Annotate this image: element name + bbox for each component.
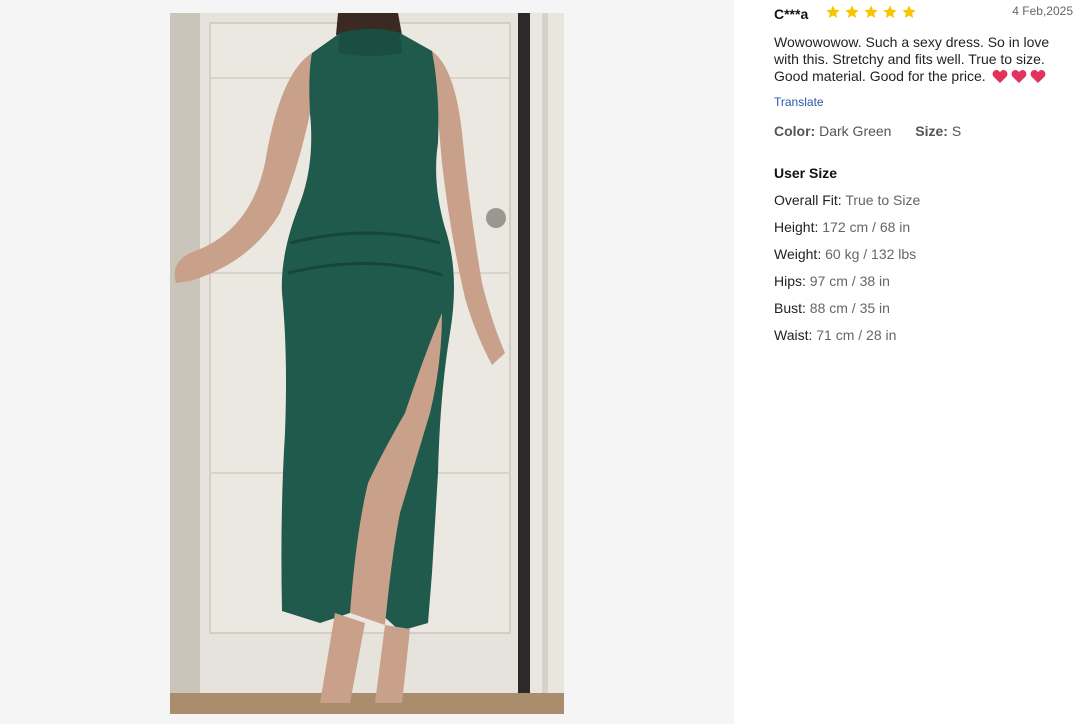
heart-icon (992, 70, 1007, 83)
size-value: S (951, 123, 962, 139)
star-icon (845, 5, 859, 18)
size-row-value: 71 cm / 28 in (816, 327, 897, 343)
size-row-value: True to Size (845, 192, 921, 208)
size-row-label: Bust: (774, 300, 806, 316)
size-row-height: Height: 172 cm / 68 in (774, 219, 910, 235)
size-row-weight: Weight: 60 kg / 132 lbs (774, 246, 916, 262)
size-row-label: Waist: (774, 327, 813, 343)
star-icon (883, 5, 897, 18)
hearts (992, 69, 1046, 83)
star-rating (825, 4, 917, 20)
reviewer-name: C***a (774, 6, 809, 22)
size-row-value: 60 kg / 132 lbs (825, 246, 917, 262)
star-icon (902, 5, 916, 18)
size-row-value: 97 cm / 38 in (809, 273, 890, 289)
size-row-label: Hips: (774, 273, 806, 289)
size-row-label: Overall Fit: (774, 192, 842, 208)
review-photo-panel (0, 0, 734, 724)
star-icon (826, 5, 840, 18)
size-row-label: Weight: (774, 246, 822, 262)
size-row-label: Height: (774, 219, 819, 235)
size-row-overall-fit: Overall Fit: True to Size (774, 192, 920, 208)
color-value: Dark Green (819, 123, 892, 139)
review-date: 4 Feb,2025 (1012, 4, 1073, 18)
size-row-value: 88 cm / 35 in (809, 300, 890, 316)
review-text: Wowowowow. Such a sexy dress. So in love… (774, 34, 1074, 85)
heart-icon (1011, 70, 1026, 83)
user-size-title: User Size (774, 165, 838, 181)
review-header: C***a 4 Feb,2025 (774, 4, 1074, 22)
size-row-hips: Hips: 97 cm / 38 in (774, 273, 890, 289)
size-row-waist: Waist: 71 cm / 28 in (774, 327, 896, 343)
size-row-bust: Bust: 88 cm / 35 in (774, 300, 890, 316)
size-label: Size: (915, 123, 948, 139)
review-card: C***a 4 Feb,2025 Wowowowow. Such a sexy … (774, 0, 1074, 724)
star-icon (864, 5, 878, 18)
review-photo[interactable] (170, 13, 564, 714)
translate-link[interactable]: Translate (774, 95, 824, 109)
purchase-attributes: Color: Dark Green Size: S (774, 123, 961, 139)
color-label: Color: (774, 123, 816, 139)
heart-icon (1030, 70, 1045, 83)
size-row-value: 172 cm / 68 in (822, 219, 911, 235)
